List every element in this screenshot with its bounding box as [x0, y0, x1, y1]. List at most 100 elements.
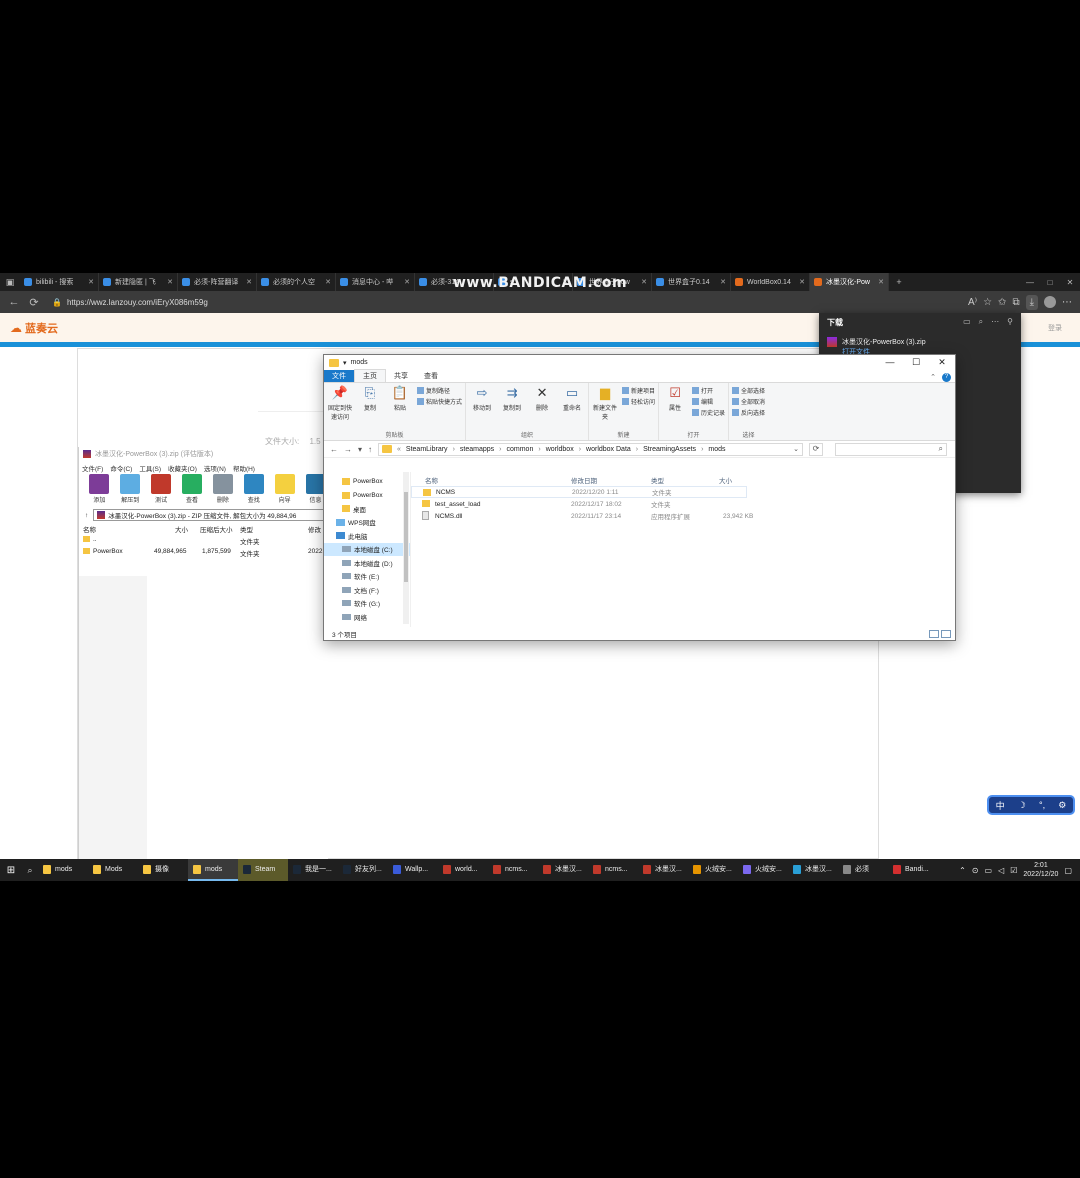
- tray-overflow-icon[interactable]: ⌃: [959, 866, 966, 875]
- table-row[interactable]: NCMS.dll 2022/11/17 23:14 应用程序扩展 23,942 KB: [411, 510, 955, 522]
- tab-close-icon[interactable]: ✕: [167, 278, 173, 286]
- tab-share[interactable]: 共享: [386, 370, 416, 382]
- col-type[interactable]: 类型: [240, 524, 253, 534]
- tab-close-icon[interactable]: ✕: [878, 278, 884, 286]
- winrar-menu-item[interactable]: 工具(S): [139, 463, 161, 473]
- more-icon[interactable]: ⋯: [991, 317, 999, 327]
- winrar-menu-item[interactable]: 收藏夹(O): [168, 463, 197, 473]
- paste-shortcut-button[interactable]: 粘贴快捷方式: [417, 397, 462, 406]
- ime-settings-icon[interactable]: ⚙: [1058, 800, 1066, 811]
- profile-avatar[interactable]: [1044, 296, 1056, 308]
- move-to-button[interactable]: ⇨ 移动到: [469, 385, 495, 430]
- browser-tab[interactable]: 必须的个人空 ✕: [257, 273, 336, 291]
- invert-selection-button[interactable]: 反向选择: [732, 408, 765, 417]
- help-icon[interactable]: ?: [942, 373, 951, 382]
- taskbar-item[interactable]: mods: [38, 859, 88, 881]
- site-logo[interactable]: ☁ 蓝奏云: [10, 320, 58, 336]
- tab-home[interactable]: 主页: [354, 369, 386, 382]
- nav-item[interactable]: 文档 (F:): [324, 583, 410, 597]
- minimize-icon[interactable]: —: [1020, 278, 1040, 287]
- winrar-tool-button[interactable]: 查找: [241, 474, 266, 508]
- browser-tab[interactable]: WorldBox0.14 ✕: [731, 273, 810, 291]
- new-item-button[interactable]: 新建项目: [622, 386, 655, 395]
- new-tab-icon[interactable]: +: [889, 273, 909, 291]
- refresh-icon[interactable]: ⟳: [24, 296, 44, 309]
- taskbar-item[interactable]: Bandi...: [888, 859, 938, 881]
- up-icon[interactable]: ↑: [368, 445, 372, 454]
- forward-icon[interactable]: →: [344, 445, 352, 454]
- delete-button[interactable]: ✕ 删除: [529, 385, 555, 430]
- tab-close-icon[interactable]: ✕: [799, 278, 805, 286]
- tab-close-icon[interactable]: ✕: [246, 278, 252, 286]
- copy-to-button[interactable]: ⇉ 复制到: [499, 385, 525, 430]
- breadcrumb-item[interactable]: StreamingAssets: [643, 446, 696, 453]
- breadcrumb[interactable]: « SteamLibrary › steamapps › common › worldbox ›…: [378, 442, 804, 456]
- large-icons-view-icon[interactable]: [941, 629, 951, 638]
- breadcrumb-dropdown-icon[interactable]: ⌄: [793, 445, 802, 453]
- url-field[interactable]: 🔒 https://wwz.lanzouy.com/iEryX086m59g: [52, 298, 208, 307]
- details-view-icon[interactable]: [929, 629, 939, 638]
- winrar-menu-item[interactable]: 帮助(H): [233, 463, 255, 473]
- download-icon[interactable]: ⤓: [1025, 294, 1038, 310]
- select-all-button[interactable]: 全部选择: [732, 386, 765, 395]
- rename-button[interactable]: ▭ 重命名: [559, 385, 585, 430]
- maximize-icon[interactable]: □: [1040, 278, 1060, 287]
- table-row[interactable]: PowerBox 49,884,965 1,875,599 文件夹 2022: [79, 548, 329, 560]
- tab-actions-icon[interactable]: ▣: [0, 273, 20, 291]
- windows-start-icon[interactable]: ⊞: [0, 865, 22, 876]
- edit-button[interactable]: 编辑: [692, 397, 725, 406]
- favorites-icon[interactable]: ✩: [998, 297, 1006, 308]
- col-name[interactable]: 名称: [83, 524, 96, 534]
- ime-language-toggle[interactable]: 中: [996, 799, 1005, 812]
- winrar-menu-item[interactable]: 命令(C): [110, 463, 132, 473]
- breadcrumb-separator-icon[interactable]: ›: [636, 446, 638, 453]
- breadcrumb-chevron-icon[interactable]: «: [397, 446, 401, 453]
- winrar-tool-button[interactable]: 删除: [211, 474, 236, 508]
- breadcrumb-item[interactable]: common: [507, 446, 534, 453]
- winrar-menu-item[interactable]: 选项(N): [204, 463, 226, 473]
- ime-toolbar[interactable]: 中 ☽ °, ⚙: [987, 795, 1075, 815]
- breadcrumb-item[interactable]: SteamLibrary: [406, 446, 448, 453]
- more-icon[interactable]: ⋯: [1062, 297, 1072, 308]
- winrar-tool-button[interactable]: 解压到: [118, 474, 143, 508]
- clock[interactable]: 2:01 2022/12/20: [1023, 861, 1058, 879]
- taskbar-item[interactable]: 冰墨汉...: [788, 859, 838, 881]
- select-none-button[interactable]: 全部取消: [732, 397, 765, 406]
- breadcrumb-item[interactable]: steamapps: [460, 446, 494, 453]
- back-icon[interactable]: ←: [4, 296, 24, 308]
- new-folder-button[interactable]: ▆ 新建文件夹: [592, 385, 618, 430]
- ime-punctuation-icon[interactable]: °,: [1039, 800, 1045, 810]
- paste-button[interactable]: 📋 粘贴: [387, 385, 413, 430]
- nav-item[interactable]: WPS网盘: [324, 516, 410, 530]
- col-size[interactable]: 大小: [175, 524, 188, 534]
- refresh-icon[interactable]: ⟳: [809, 442, 824, 456]
- breadcrumb-item[interactable]: mods: [708, 446, 725, 453]
- taskbar-item[interactable]: 摄像: [138, 859, 188, 881]
- winrar-tool-button[interactable]: 添加: [87, 474, 112, 508]
- search-input[interactable]: ⌕: [835, 442, 948, 456]
- nav-item[interactable]: 网络: [324, 610, 410, 624]
- ime-moon-icon[interactable]: ☽: [1018, 800, 1026, 811]
- tab-close-icon[interactable]: ✕: [88, 278, 94, 286]
- tab-close-icon[interactable]: ✕: [325, 278, 331, 286]
- taskbar-item[interactable]: 冰墨汉...: [638, 859, 688, 881]
- breadcrumb-separator-icon[interactable]: ›: [453, 446, 455, 453]
- pin-quick-access-button[interactable]: 📌 固定到快速访问: [327, 385, 353, 430]
- scroll-thumb[interactable]: [404, 492, 408, 582]
- folder-icon[interactable]: ▭: [963, 317, 971, 327]
- browser-tab[interactable]: 冰墨汉化-Pow ✕: [810, 273, 889, 291]
- nav-item[interactable]: 本地磁盘 (C:): [324, 542, 410, 556]
- up-arrow-icon[interactable]: ↑: [85, 512, 88, 519]
- breadcrumb-separator-icon[interactable]: ›: [579, 446, 581, 453]
- taskbar-item[interactable]: Mods: [88, 859, 138, 881]
- breadcrumb-separator-icon[interactable]: ›: [499, 446, 501, 453]
- winrar-tool-button[interactable]: 测试: [149, 474, 174, 508]
- tab-file[interactable]: 文件: [324, 370, 354, 382]
- taskbar-item[interactable]: ncms...: [588, 859, 638, 881]
- winrar-menu-item[interactable]: 文件(F): [82, 463, 103, 473]
- nav-item[interactable]: PowerBox: [324, 475, 410, 489]
- taskbar-item[interactable]: world...: [438, 859, 488, 881]
- taskbar-item[interactable]: 必须: [838, 859, 888, 881]
- col-modified[interactable]: 修改: [308, 524, 321, 534]
- table-row[interactable]: test_asset_load 2022/12/17 18:02 文件夹: [411, 498, 955, 510]
